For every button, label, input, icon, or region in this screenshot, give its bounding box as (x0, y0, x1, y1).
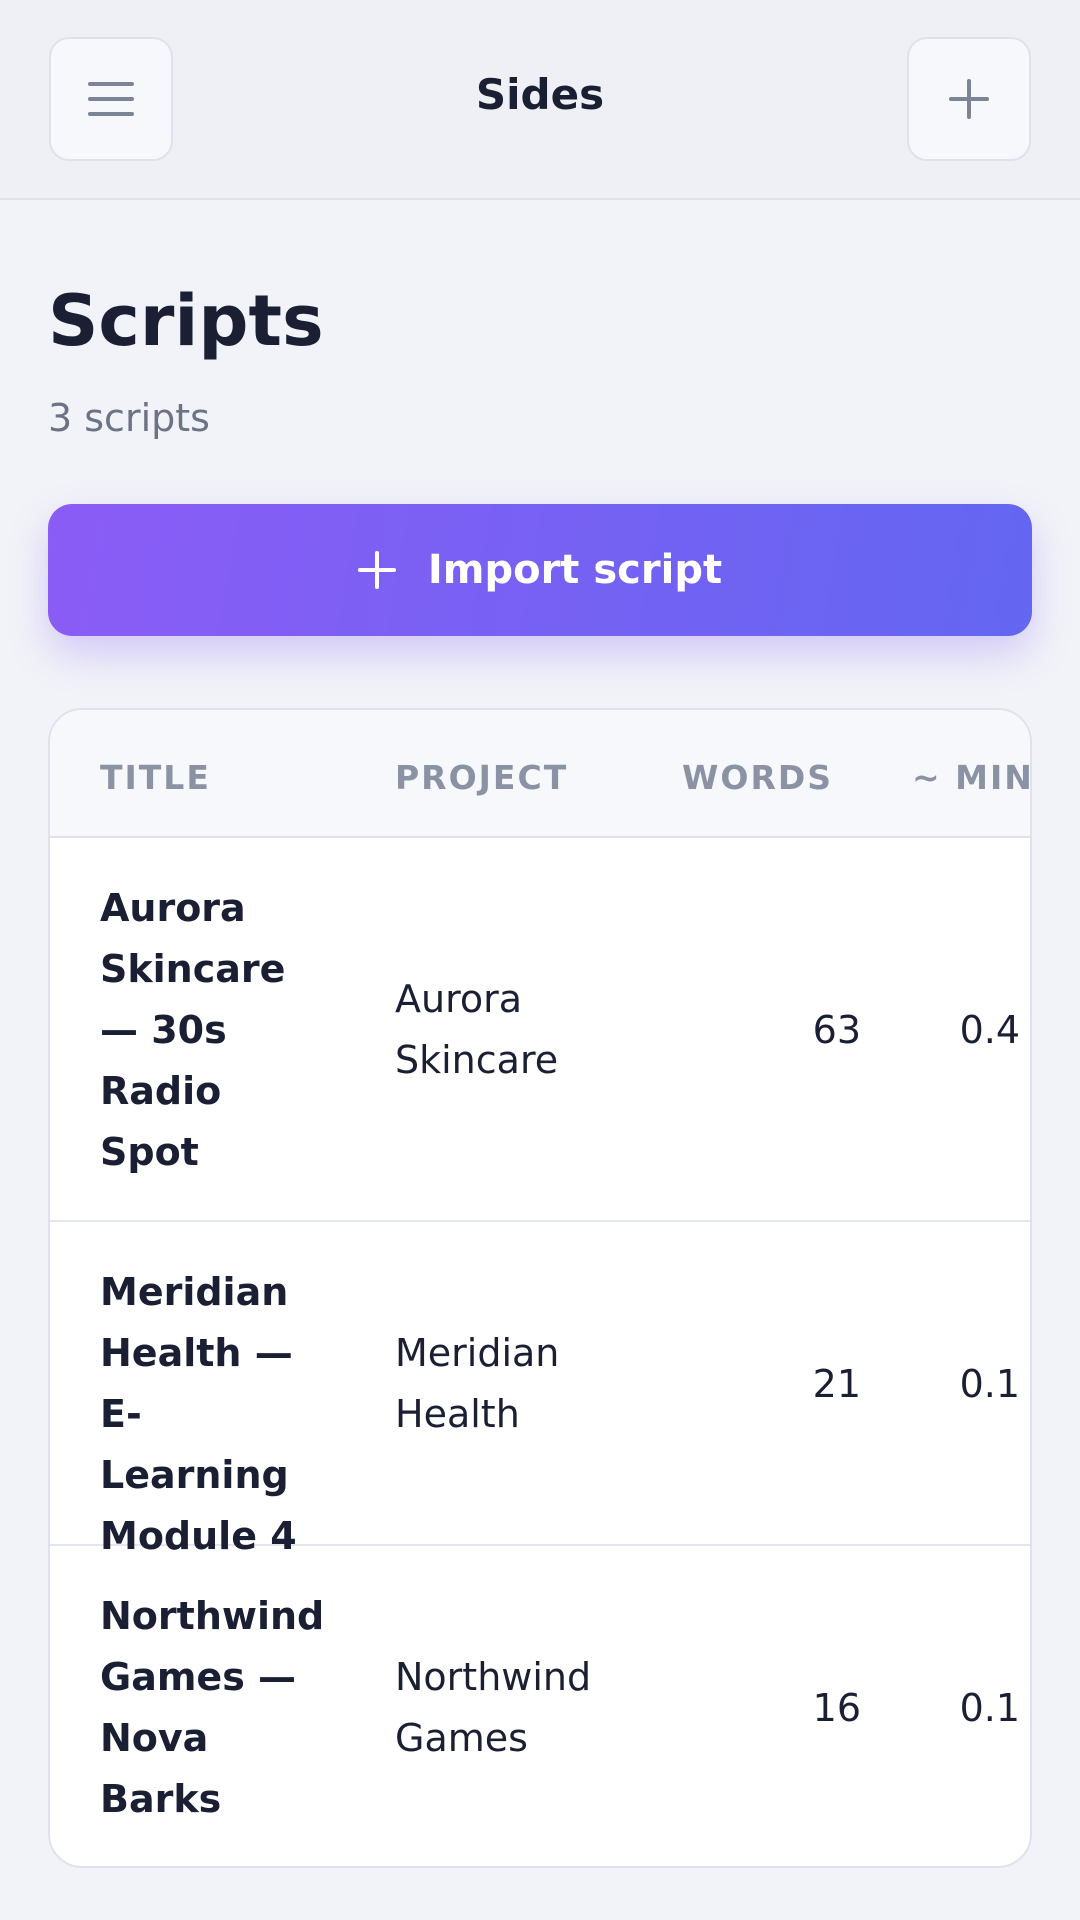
add-script-button[interactable] (907, 37, 1031, 161)
column-header-minutes[interactable]: ~ MIN (912, 758, 1030, 797)
top-app-bar: Sides (0, 0, 1080, 200)
script-count: 3 scripts (48, 396, 210, 440)
table-header: TITLE PROJECT WORDS ~ MIN (50, 710, 1030, 838)
table-row[interactable]: Meridian Health — E-Learning Module 4 Me… (50, 1222, 1030, 1558)
plus-icon (949, 79, 989, 119)
minutes-cell: 0.1 (959, 1686, 1020, 1730)
word-count-cell: 63 (812, 1008, 861, 1052)
minutes-cell: 0.4 (959, 1008, 1020, 1052)
word-count-cell: 21 (812, 1362, 861, 1406)
table-row[interactable]: Northwind Games — Nova Barks Northwind G… (50, 1546, 1030, 1866)
project-cell: Aurora Skincare (395, 977, 559, 1082)
project-cell: Northwind Games (395, 1655, 592, 1760)
import-script-button[interactable]: Import script (48, 504, 1032, 636)
column-header-words[interactable]: WORDS (682, 758, 833, 797)
import-script-label: Import script (427, 547, 723, 593)
table-row[interactable]: Aurora Skincare — 30s Radio Spot Aurora … (50, 838, 1030, 1222)
word-count-cell: 16 (812, 1686, 861, 1730)
column-header-project[interactable]: PROJECT (395, 758, 568, 797)
script-title-cell: Northwind Games — Nova Barks (100, 1594, 325, 1821)
script-title-cell: Aurora Skincare — 30s Radio Spot (100, 886, 286, 1174)
page-title: Scripts (48, 280, 324, 362)
plus-icon (357, 551, 396, 589)
project-cell: Meridian Health (395, 1331, 560, 1436)
column-header-title[interactable]: TITLE (100, 758, 211, 797)
scripts-table: TITLE PROJECT WORDS ~ MIN Aurora Skincar… (48, 708, 1032, 1868)
script-title-cell: Meridian Health — E-Learning Module 4 (100, 1270, 297, 1558)
minutes-cell: 0.1 (959, 1362, 1020, 1406)
